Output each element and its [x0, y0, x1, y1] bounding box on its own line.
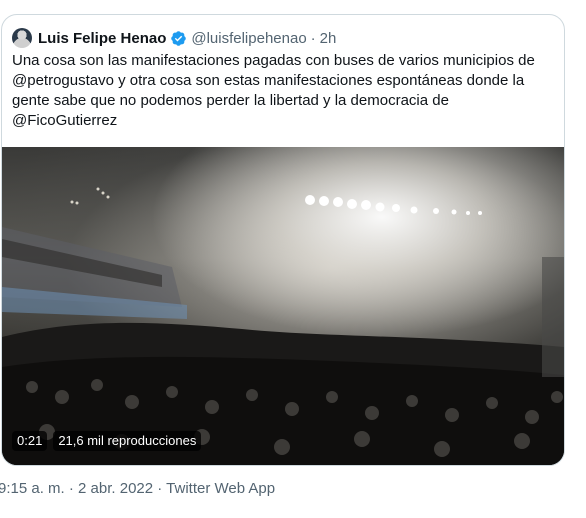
- verified-badge-icon: [171, 30, 187, 46]
- tweet-time[interactable]: 2h: [320, 30, 337, 47]
- tweet-footer: 9:15 a. m. · 2 abr. 2022 · Twitter Web A…: [0, 480, 275, 497]
- video-duration: 0:21: [12, 431, 48, 451]
- tweet-text: Una cosa son las manifestaciones pagadas…: [12, 52, 535, 129]
- video-frame: [2, 187, 564, 465]
- tweet-timestamp[interactable]: 9:15 a. m. · 2 abr. 2022 · Twitter Web A…: [0, 480, 275, 497]
- video-player[interactable]: 0:21 21,6 mil reproducciones: [2, 147, 564, 465]
- quoted-tweet-card[interactable]: Luis Felipe Henao @luisfelipehenao · 2h …: [1, 14, 565, 466]
- tweet-header: Luis Felipe Henao @luisfelipehenao · 2h: [12, 27, 336, 49]
- video-overlay: 0:21 21,6 mil reproducciones: [12, 431, 202, 451]
- separator-dot: ·: [310, 29, 316, 47]
- author-name[interactable]: Luis Felipe Henao: [38, 30, 166, 47]
- avatar[interactable]: [12, 28, 32, 48]
- video-views: 21,6 mil reproducciones: [53, 431, 202, 451]
- author-handle[interactable]: @luisfelipehenao: [191, 30, 306, 47]
